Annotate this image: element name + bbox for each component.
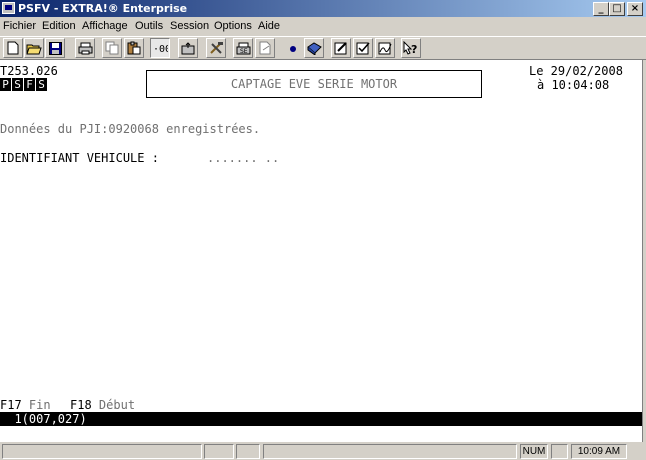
fkey-f18[interactable]: F18 Début	[70, 398, 135, 412]
svg-text:SE: SE	[240, 48, 248, 55]
time-label: à 10:04:08	[537, 78, 610, 92]
save-icon[interactable]	[45, 38, 65, 58]
printer-setup-icon[interactable]: SE	[233, 38, 253, 58]
menu-session[interactable]: Session	[170, 19, 209, 33]
menu-aide[interactable]: Aide	[258, 19, 280, 33]
status-pane-4	[263, 444, 517, 459]
command-line[interactable]: 1(007,027)	[0, 412, 642, 426]
fkey-label: Fin	[28, 398, 51, 412]
status-pane-2	[204, 444, 234, 459]
window-title: PSFV - EXTRA!® Enterprise	[18, 2, 188, 15]
status-bar: NUM 10:09 AM	[0, 442, 646, 460]
program-id: T253.026	[0, 64, 58, 78]
vehicle-id-input[interactable]: ....... ..	[207, 151, 279, 165]
menu-bar: Fichier Edition Affichage Outils Session…	[0, 17, 646, 35]
screen-title: CAPTAGE EVE SERIE MOTOR	[146, 70, 482, 98]
menu-outils[interactable]: Outils	[135, 19, 163, 33]
status-pane-3	[236, 444, 260, 459]
print-icon[interactable]	[75, 38, 95, 58]
check-form-icon[interactable]	[353, 38, 373, 58]
dot-icon[interactable]	[283, 38, 303, 58]
window-title-bar[interactable]: PSFV - EXTRA!® Enterprise _ □ ×	[0, 0, 646, 17]
fkey-key: F17	[0, 398, 22, 412]
status-pane-1	[2, 444, 202, 459]
fkey-f17[interactable]: F17 Fin	[0, 398, 51, 412]
date-label: Le 29/02/2008	[529, 64, 623, 78]
menu-edition[interactable]: Edition	[42, 19, 76, 33]
menu-fichier[interactable]: Fichier	[3, 19, 36, 33]
maximize-button[interactable]: □	[609, 2, 625, 16]
svg-text:·00: ·00	[153, 44, 168, 54]
open-icon[interactable]	[24, 38, 44, 58]
paste-icon[interactable]	[124, 38, 144, 58]
flag-p: P	[0, 78, 11, 91]
vehicle-label: IDENTIFIANT VEHICULE :	[0, 151, 159, 165]
help-icon[interactable]: ?	[401, 38, 421, 58]
flag-f: F	[24, 78, 35, 91]
vertical-scrollbar[interactable]	[642, 60, 646, 442]
status-flags: P S F S	[0, 78, 47, 91]
cursor-position: 1(007,027)	[0, 412, 87, 426]
new-icon[interactable]	[3, 38, 23, 58]
flag-s2: S	[36, 78, 47, 91]
terminal-screen[interactable]: T253.026 P S F S CAPTAGE EVE SERIE MOTOR…	[0, 60, 642, 442]
fkey-key: F18	[70, 398, 92, 412]
fkey-label: Début	[98, 398, 136, 412]
menu-affichage[interactable]: Affichage	[82, 19, 128, 33]
edit-form-icon[interactable]	[331, 38, 351, 58]
app-icon[interactable]	[2, 2, 15, 14]
status-pane-6	[551, 444, 568, 459]
flag-s: S	[12, 78, 23, 91]
status-message: Données du PJI:0920068 enregistrées.	[0, 122, 261, 136]
book-icon[interactable]	[304, 38, 324, 58]
num-lock-indicator: NUM	[520, 444, 548, 459]
close-button[interactable]: ×	[627, 2, 643, 16]
tools-icon[interactable]	[206, 38, 226, 58]
svg-text:?: ?	[411, 43, 417, 55]
menu-options[interactable]: Options	[214, 19, 252, 33]
toolbar: ·00 SE ?	[0, 36, 646, 60]
record-icon[interactable]: ·00	[150, 38, 170, 58]
copy-icon[interactable]	[102, 38, 122, 58]
sign-icon[interactable]	[375, 38, 395, 58]
minimize-button[interactable]: _	[593, 2, 609, 16]
status-clock: 10:09 AM	[571, 444, 627, 459]
transfer-icon[interactable]	[178, 38, 198, 58]
send-icon[interactable]	[255, 38, 275, 58]
